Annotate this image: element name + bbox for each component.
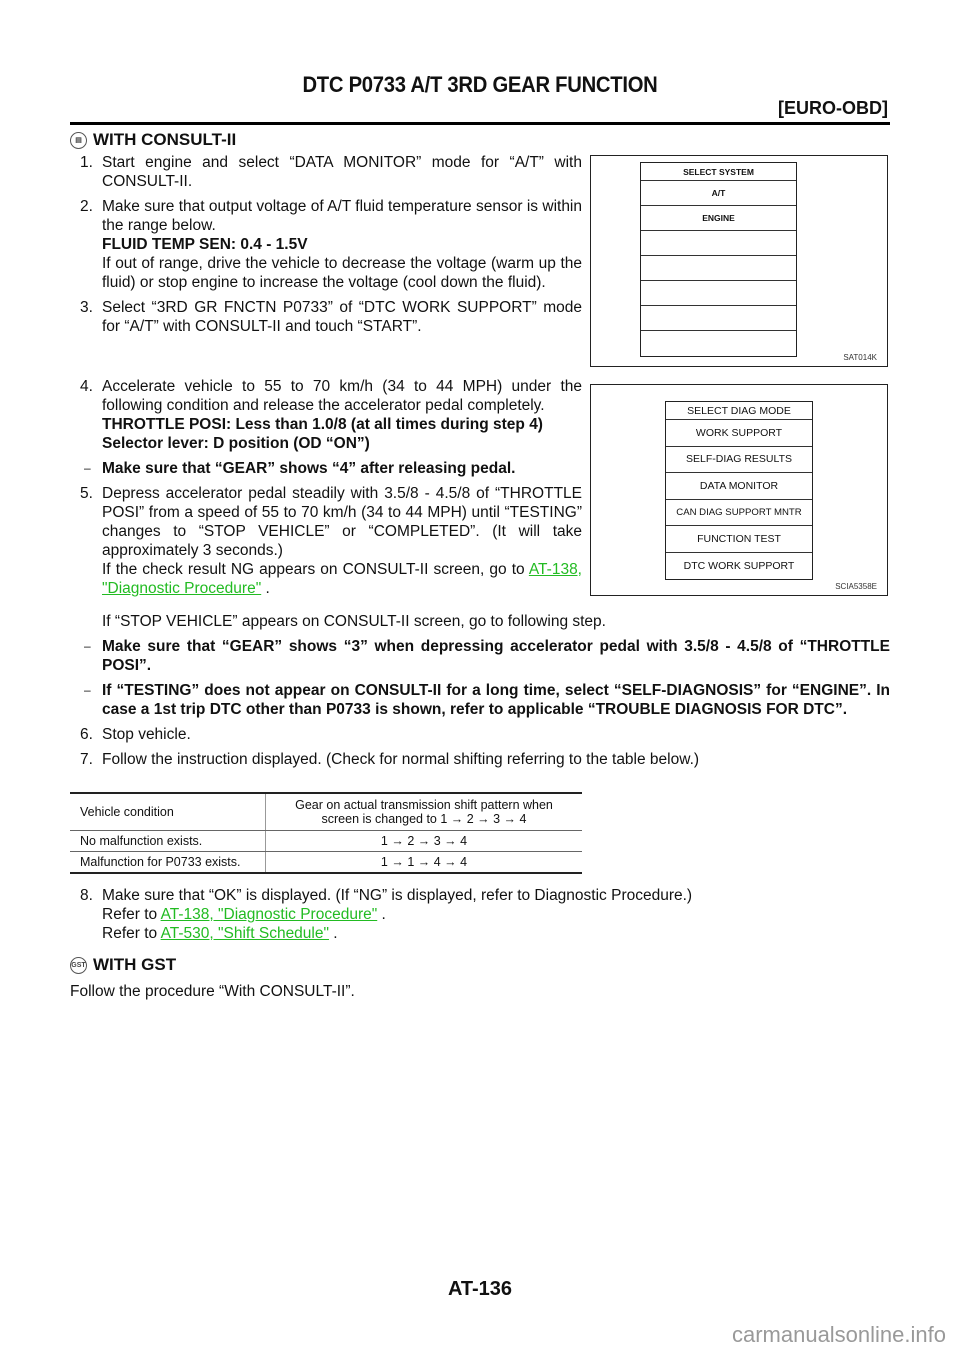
steps-1-3: 1. Start engine and select “DATA MONITOR… bbox=[80, 153, 582, 342]
gear-3-check: – Make sure that “GEAR” shows “3” when d… bbox=[84, 638, 890, 674]
table-row: No malfunction exists. 1 → 2 → 3 → 4 bbox=[70, 830, 582, 852]
table-header: Vehicle condition bbox=[70, 792, 266, 831]
table-row: Malfunction for P0733 exists. 1 → 1 → 4 … bbox=[70, 851, 582, 874]
step-note: If out of range, drive the vehicle to de… bbox=[102, 255, 582, 291]
table-header: Gear on actual transmission shift patter… bbox=[265, 792, 582, 831]
step-text: Start engine and select “DATA MONITOR” m… bbox=[102, 154, 582, 190]
menu-item: SELF-DIAG RESULTS bbox=[666, 447, 812, 473]
menu-item bbox=[641, 306, 796, 331]
step-2: 2. Make sure that output voltage of A/T … bbox=[80, 198, 582, 291]
step-3: 3. Select “3RD GR FNCTN P0733” of “DTC W… bbox=[80, 299, 582, 335]
menu-item: ENGINE bbox=[641, 206, 796, 231]
step-text: Depress accelerator pedal steadily with … bbox=[102, 485, 582, 559]
menu-header: SELECT DIAG MODE bbox=[666, 402, 812, 420]
step-text: Make sure that output voltage of A/T flu… bbox=[102, 198, 582, 234]
throttle-spec: THROTTLE POSI: Less than 1.0/8 (at all t… bbox=[102, 416, 543, 433]
figure-code: SAT014K bbox=[843, 353, 877, 362]
select-diag-mode-figure: SELECT DIAG MODE WORK SUPPORT SELF-DIAG … bbox=[590, 384, 888, 596]
step-4-check: – Make sure that “GEAR” shows “4” after … bbox=[84, 460, 516, 477]
title-divider bbox=[70, 122, 890, 125]
figure-code: SCIA5358E bbox=[835, 582, 877, 591]
menu-item: DATA MONITOR bbox=[666, 473, 812, 500]
page-title: DTC P0733 A/T 3RD GEAR FUNCTION bbox=[302, 72, 658, 97]
steps-5-7-continued: If “STOP VEHICLE” appears on CONSULT-II … bbox=[80, 612, 890, 775]
consult-heading-text: WITH CONSULT-II bbox=[93, 130, 237, 149]
menu-item: WORK SUPPORT bbox=[666, 420, 812, 447]
steps-4-5: 4. Accelerate vehicle to 55 to 70 km/h (… bbox=[80, 377, 582, 604]
gst-section-heading: GST WITH GST bbox=[70, 955, 176, 975]
select-system-menu: SELECT SYSTEM A/T ENGINE bbox=[640, 162, 797, 357]
selector-spec: Selector lever: D position (OD “ON”) bbox=[102, 435, 370, 452]
menu-item: FUNCTION TEST bbox=[666, 526, 812, 553]
select-diag-mode-menu: SELECT DIAG MODE WORK SUPPORT SELF-DIAG … bbox=[665, 401, 813, 580]
gst-heading-text: WITH GST bbox=[93, 955, 177, 974]
step-text: Accelerate vehicle to 55 to 70 km/h (34 … bbox=[102, 378, 582, 414]
table-header-row: Vehicle condition Gear on actual transmi… bbox=[70, 792, 582, 831]
menu-item bbox=[641, 231, 796, 256]
menu-item: CAN DIAG SUPPORT MNTR bbox=[666, 500, 812, 526]
menu-item bbox=[641, 281, 796, 306]
menu-item: A/T bbox=[641, 181, 796, 206]
step-6: 6. Stop vehicle. bbox=[80, 726, 191, 743]
shift-schedule-link[interactable]: AT-530, "Shift Schedule" bbox=[161, 925, 329, 942]
step-4: 4. Accelerate vehicle to 55 to 70 km/h (… bbox=[80, 378, 582, 452]
page-number: AT-136 bbox=[447, 1278, 513, 1300]
gst-tool-icon: GST bbox=[70, 956, 87, 974]
menu-item: DTC WORK SUPPORT bbox=[683, 559, 795, 572]
step-5: 5. Depress accelerator pedal steadily wi… bbox=[80, 485, 582, 597]
step-1: 1. Start engine and select “DATA MONITOR… bbox=[80, 154, 582, 190]
testing-check: – If “TESTING” does not appear on CONSUL… bbox=[84, 682, 890, 718]
fluid-temp-spec: FLUID TEMP SEN: 0.4 - 1.5V bbox=[102, 236, 308, 253]
menu-header: SELECT SYSTEM bbox=[641, 163, 796, 181]
watermark: carmanualsonline.info bbox=[731, 1322, 946, 1347]
select-system-figure: SELECT SYSTEM A/T ENGINE SAT014K bbox=[590, 155, 888, 367]
shift-pattern-table: Vehicle condition Gear on actual transmi… bbox=[70, 792, 582, 874]
menu-item bbox=[641, 331, 796, 356]
menu-item bbox=[641, 256, 796, 281]
gst-text: Follow the procedure “With CONSULT-II”. bbox=[70, 983, 355, 1000]
consult-section-heading: ▤ WITH CONSULT-II bbox=[70, 130, 236, 150]
step-8: 8. Make sure that “OK” is displayed. (If… bbox=[80, 887, 693, 942]
stop-vehicle-note: If “STOP VEHICLE” appears on CONSULT-II … bbox=[102, 613, 606, 630]
consult-tool-icon: ▤ bbox=[70, 131, 87, 149]
step-8-block: 8. Make sure that “OK” is displayed. (If… bbox=[80, 886, 890, 949]
step-text: Select “3RD GR FNCTN P0733” of “DTC WORK… bbox=[102, 299, 582, 335]
step-7: 7. Follow the instruction displayed. (Ch… bbox=[80, 751, 700, 768]
page-subtitle: [EURO-OBD] bbox=[778, 98, 888, 118]
diagnostic-procedure-link[interactable]: AT-138, "Diagnostic Procedure" bbox=[161, 906, 378, 923]
